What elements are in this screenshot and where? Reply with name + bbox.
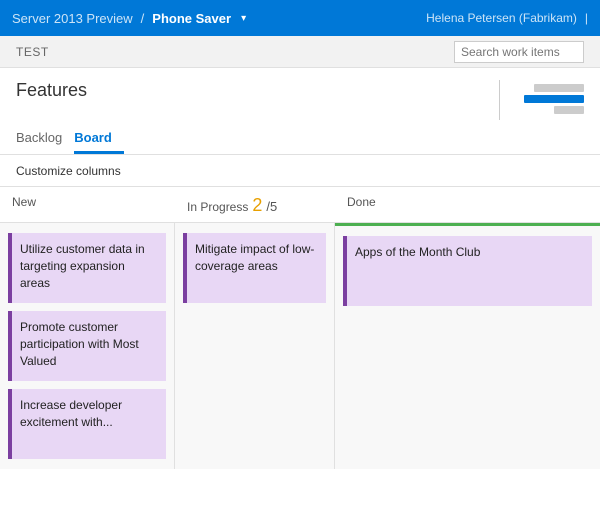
project-label[interactable]: Phone Saver — [152, 11, 231, 26]
card-inprogress-1-text: Mitigate impact of low-coverage areas — [195, 241, 318, 275]
features-area: Features Backlog Board — [0, 68, 600, 155]
features-title: Features — [16, 80, 87, 101]
topbar-right: Helena Petersen (Fabrikam) | — [426, 11, 588, 25]
chart-divider-line — [499, 80, 500, 120]
subnav-test-label: TEST — [16, 45, 49, 59]
card-inprogress-1[interactable]: Mitigate impact of low-coverage areas — [183, 233, 326, 303]
board: New In Progress 2/5 Done Utilize custome… — [0, 187, 600, 469]
features-chart — [499, 80, 584, 120]
inprogress-max: /5 — [266, 199, 277, 214]
card-done-1-text: Apps of the Month Club — [355, 244, 584, 261]
card-new-3[interactable]: Increase developer excitement with... — [8, 389, 166, 459]
chart-seg-gray — [534, 84, 584, 92]
customize-columns-link[interactable]: Customize columns — [16, 164, 121, 178]
col-inprogress: Mitigate impact of low-coverage areas — [175, 223, 335, 469]
card-new-1[interactable]: Utilize customer data in targeting expan… — [8, 233, 166, 303]
tab-board[interactable]: Board — [74, 124, 124, 154]
tab-backlog[interactable]: Backlog — [16, 124, 74, 154]
project-dropdown-icon[interactable]: ▾ — [241, 13, 246, 24]
card-done-1[interactable]: Apps of the Month Club — [343, 236, 592, 306]
topbar: Server 2013 Preview / Phone Saver ▾ Hele… — [0, 0, 600, 36]
user-label[interactable]: Helena Petersen (Fabrikam) — [426, 11, 577, 25]
chart-seg-gray2 — [554, 106, 584, 114]
chart-seg-blue — [524, 95, 584, 103]
nav-tabs: Backlog Board — [16, 124, 584, 154]
col-header-inprogress: In Progress 2/5 — [175, 195, 335, 216]
col-done: Apps of the Month Club — [335, 223, 600, 469]
card-new-2-text: Promote customer participation with Most… — [20, 319, 158, 369]
board-columns: Utilize customer data in targeting expan… — [0, 223, 600, 469]
customize-bar: Customize columns — [0, 155, 600, 187]
topbar-pipe: | — [585, 11, 588, 25]
col-header-done: Done — [335, 195, 600, 216]
search-input[interactable] — [461, 45, 577, 59]
card-new-2[interactable]: Promote customer participation with Most… — [8, 311, 166, 381]
chart-bars — [504, 80, 584, 120]
col-new: Utilize customer data in targeting expan… — [0, 223, 175, 469]
board-headers: New In Progress 2/5 Done — [0, 187, 600, 223]
chart-row-3 — [554, 106, 584, 114]
card-new-3-text: Increase developer excitement with... — [20, 397, 158, 431]
features-header: Features — [16, 80, 584, 120]
card-new-1-text: Utilize customer data in targeting expan… — [20, 241, 158, 291]
server-label[interactable]: Server 2013 Preview — [12, 11, 133, 26]
subnav: TEST — [0, 36, 600, 68]
inprogress-label-wrapper: In Progress 2/5 — [187, 195, 323, 216]
chart-row-2 — [524, 95, 584, 103]
search-box[interactable] — [454, 41, 584, 63]
chart-row-1 — [534, 84, 584, 92]
inprogress-count: 2 — [252, 195, 262, 216]
topbar-separator: / — [141, 11, 145, 26]
col-header-new: New — [0, 195, 175, 216]
inprogress-text: In Progress — [187, 200, 248, 214]
topbar-left: Server 2013 Preview / Phone Saver ▾ — [12, 11, 246, 26]
